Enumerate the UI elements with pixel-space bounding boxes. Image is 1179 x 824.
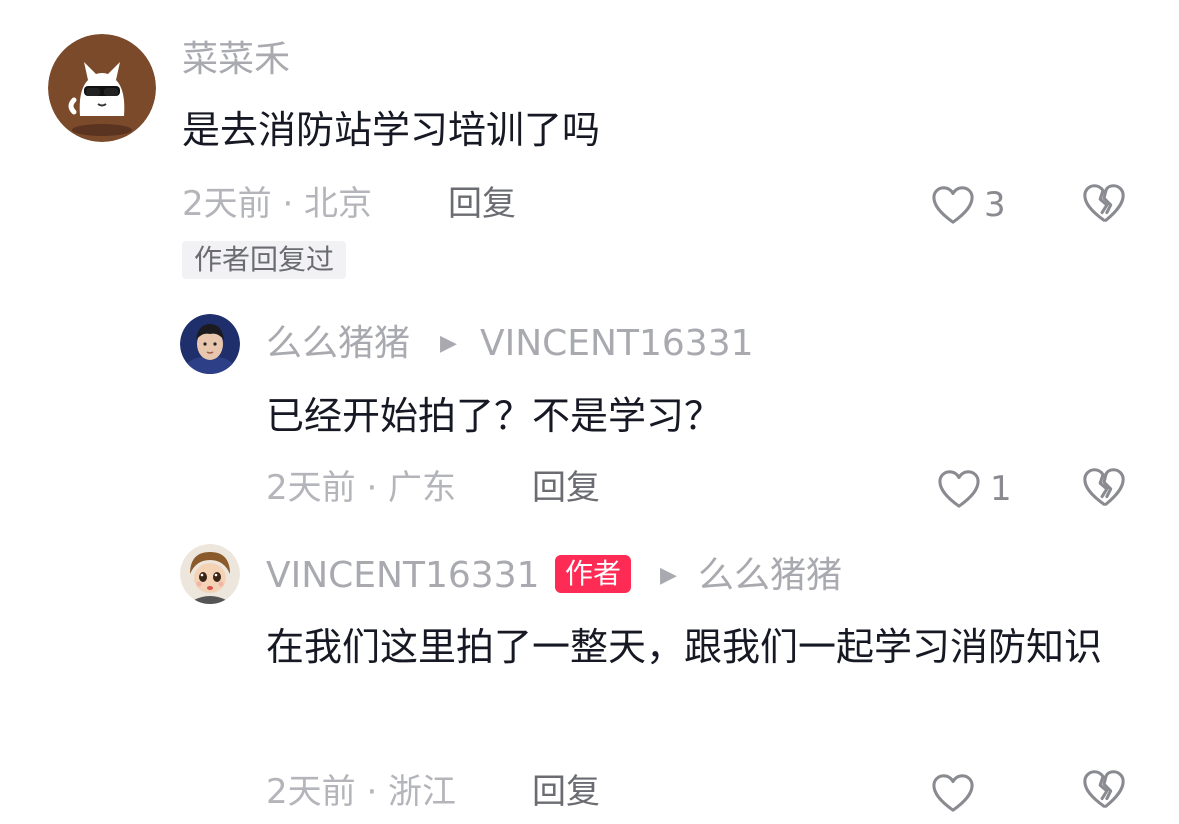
like-count: 1 [990, 469, 1012, 509]
comment-username[interactable]: 菜菜禾 [182, 40, 290, 80]
heart-outline-icon [938, 470, 980, 508]
reply-button[interactable]: 回复 [448, 184, 516, 224]
reply-button[interactable]: 回复 [532, 468, 600, 508]
comment-time-location: 2天前 · 广东 [266, 468, 457, 508]
reply-to-username[interactable]: 么么猪猪 [698, 556, 842, 596]
reply-button[interactable]: 回复 [532, 772, 600, 812]
avatar[interactable] [48, 34, 156, 142]
avatar[interactable] [180, 314, 240, 374]
like-button[interactable]: 3 [930, 180, 1006, 230]
author-badge: 作者 [555, 555, 632, 593]
broken-heart-icon [1083, 770, 1125, 808]
broken-heart-icon [1083, 184, 1125, 222]
triangle-right-icon: ▶ [660, 563, 677, 588]
dislike-button[interactable] [1081, 464, 1127, 510]
broken-heart-icon [1083, 468, 1125, 506]
like-button[interactable] [930, 768, 976, 818]
dislike-button[interactable] [1081, 766, 1127, 812]
triangle-right-icon: ▶ [440, 331, 457, 356]
comment-content: 是去消防站学习培训了吗 [182, 108, 601, 152]
comment-content: 在我们这里拍了一整天，跟我们一起学习消防知识 [266, 625, 1103, 669]
heart-outline-icon [932, 774, 974, 812]
dislike-button[interactable] [1081, 180, 1127, 226]
avatar[interactable] [180, 544, 240, 604]
comment-username[interactable]: VINCENT16331 [266, 556, 540, 596]
reply-to-username[interactable]: VINCENT16331 [480, 324, 754, 364]
comment-time-location: 2天前 · 北京 [182, 184, 373, 224]
comment-username[interactable]: 么么猪猪 [266, 324, 410, 364]
like-button[interactable]: 1 [936, 464, 1012, 514]
comment-time-location: 2天前 · 浙江 [266, 772, 457, 812]
comment-content: 已经开始拍了？不是学习？ [266, 394, 723, 438]
like-count: 3 [984, 185, 1006, 225]
heart-outline-icon [932, 186, 974, 224]
author-replied-chip: 作者回复过 [182, 241, 347, 279]
